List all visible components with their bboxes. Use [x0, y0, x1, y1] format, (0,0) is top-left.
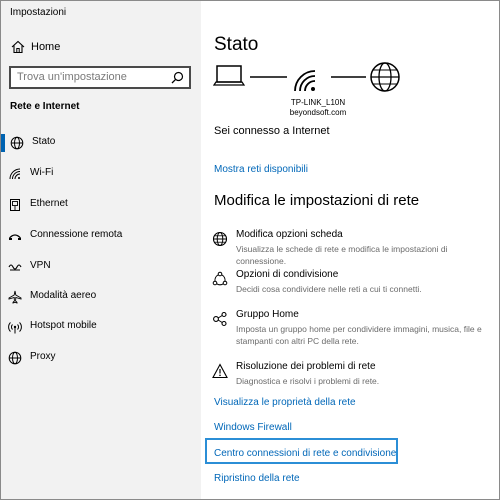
active-indicator [1, 134, 5, 152]
ethernet-icon [10, 199, 20, 211]
sidebar-item-proxy[interactable]: Proxy [1, 344, 201, 372]
sidebar-item-stato[interactable]: Stato [1, 129, 201, 157]
sidebar-item-modalita-aereo[interactable]: Modalità aereo [1, 283, 201, 311]
sharing-icon [212, 271, 228, 286]
page-title: Stato [214, 34, 259, 55]
sidebar-item-connessione-remota[interactable]: Connessione remota [1, 222, 201, 250]
vpn-icon [8, 264, 22, 271]
home-icon [11, 40, 25, 54]
show-networks-link[interactable]: Mostra reti disponibili [214, 164, 308, 175]
option-title: Opzioni di condivisione [236, 269, 339, 280]
section-heading: Modifica le impostazioni di rete [214, 192, 420, 209]
home-label: Home [31, 41, 61, 53]
main-content: Stato TP-LINK_L10N beyondsoft.com Sei co… [201, 1, 499, 499]
dialup-icon [9, 234, 21, 240]
internet-globe-icon [370, 62, 400, 92]
sidebar-item-label: VPN [30, 260, 51, 271]
sidebar-item-label: Ethernet [30, 198, 68, 209]
hotspot-icon [8, 322, 22, 334]
network-properties-link[interactable]: Visualizza le proprietà della rete [214, 397, 356, 408]
option-title: Modifica opzioni scheda [236, 229, 343, 240]
sidebar-item-label: Stato [32, 136, 56, 147]
network-domain: beyondsoft.com [289, 108, 347, 117]
home-nav-item[interactable]: Home [1, 37, 201, 59]
warning-icon [212, 363, 228, 379]
search-placeholder: Trova un'impostazione [17, 71, 127, 83]
network-reset-link[interactable]: Ripristino della rete [214, 473, 300, 484]
option-title: Gruppo Home [236, 309, 299, 320]
network-sharing-center-link[interactable]: Centro connessioni di rete e condivision… [214, 448, 396, 459]
airplane-icon [8, 290, 22, 304]
homegroup-icon [213, 311, 227, 327]
sidebar-item-label: Wi-Fi [30, 167, 54, 178]
app-title: Impostazioni [10, 7, 67, 18]
wifi-signal-icon [294, 70, 316, 92]
option-description: Diagnostica e risolvi i problemi di rete… [236, 376, 380, 386]
network-name: TP-LINK_L10N [290, 98, 346, 107]
connection-status: Sei connesso a Internet [214, 125, 330, 137]
option-description: Decidi cosa condividere nelle reti a cui… [236, 284, 422, 294]
sidebar-item-ethernet[interactable]: Ethernet [1, 191, 201, 219]
search-icon[interactable] [171, 71, 184, 84]
sidebar-item-label: Proxy [30, 351, 56, 362]
section-title: Rete e Internet [10, 101, 80, 112]
wifi-icon [9, 168, 21, 180]
globe-icon [10, 136, 24, 150]
windows-firewall-link[interactable]: Windows Firewall [214, 422, 292, 433]
option-description: Imposta un gruppo home per condividere i… [236, 324, 482, 346]
option-title: Risoluzione dei problemi di rete [236, 361, 376, 372]
sidebar-item-vpn[interactable]: VPN [1, 253, 201, 281]
globe-icon [8, 351, 22, 365]
laptop-icon [213, 65, 246, 86]
globe-icon [212, 231, 228, 247]
option-description: Visualizza le schede di rete e modifica … [236, 244, 448, 266]
network-status-diagram [213, 62, 400, 92]
sidebar-item-label: Modalità aereo [30, 290, 97, 301]
sidebar-item-hotspot-mobile[interactable]: Hotspot mobile [1, 313, 201, 341]
sidebar-item-label: Connessione remota [30, 229, 123, 240]
sidebar-item-label: Hotspot mobile [30, 320, 97, 331]
sidebar-item-wifi[interactable]: Wi-Fi [1, 160, 201, 188]
sidebar: Impostazioni Home Trova un'impostazione … [1, 1, 201, 499]
search-input[interactable]: Trova un'impostazione [9, 66, 191, 89]
